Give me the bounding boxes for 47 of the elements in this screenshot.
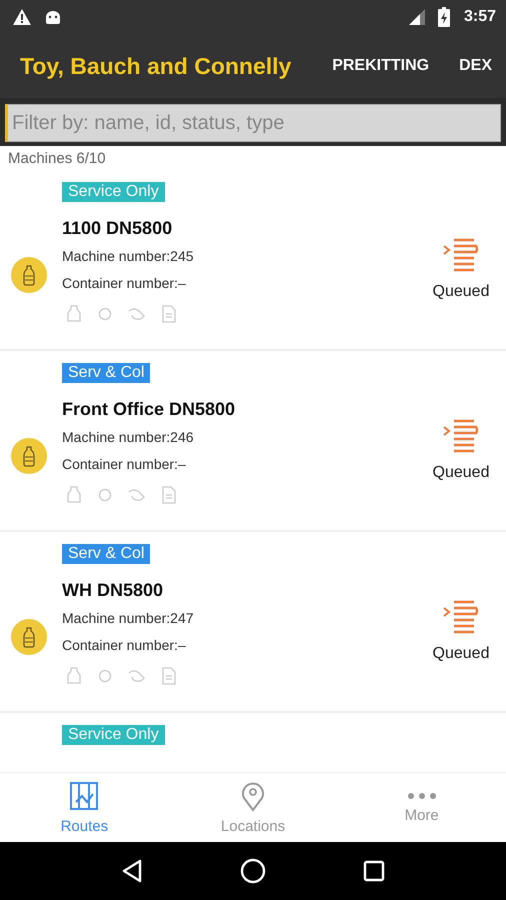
signal-icon xyxy=(408,8,426,26)
battery-icon xyxy=(438,7,450,27)
jar-icon xyxy=(66,486,82,504)
map-icon xyxy=(68,780,100,812)
jar-icon xyxy=(66,305,82,323)
status-label: Queued xyxy=(432,282,490,300)
machine-name: Front Office DN5800 xyxy=(62,399,236,420)
bottle-icon xyxy=(11,438,47,474)
container-number: Container number:– xyxy=(62,275,186,291)
machine-number: Machine number:247 xyxy=(62,610,194,626)
android-icon xyxy=(44,8,62,26)
machines-count: Machines 6/10 xyxy=(7,149,107,169)
more-tab[interactable]: More xyxy=(337,773,506,842)
container-number: Container number:– xyxy=(62,637,186,653)
service-tag: Serv & Col xyxy=(62,544,150,564)
toolbar-action[interactable]: PREKITTING xyxy=(332,57,430,75)
container-number: Container number:– xyxy=(62,456,186,472)
document-icon xyxy=(162,486,176,504)
coin-icon xyxy=(98,307,112,321)
service-tag: Serv & Col xyxy=(62,363,150,383)
recents-icon[interactable] xyxy=(363,860,386,882)
document-icon xyxy=(162,305,176,323)
machine-number: Machine number:246 xyxy=(62,429,194,445)
coin-icon xyxy=(98,669,112,683)
bottle-icon xyxy=(11,618,47,654)
service-tag: Service Only xyxy=(62,725,165,745)
location-pin-icon xyxy=(239,780,267,812)
toolbar-action[interactable]: DEX xyxy=(459,57,492,75)
home-icon[interactable] xyxy=(240,858,266,884)
bottle-icon xyxy=(11,256,47,292)
app-title: Toy, Bauch and Connelly xyxy=(20,52,292,80)
status-time: 3:57 xyxy=(464,8,496,26)
more-icon xyxy=(406,791,438,801)
status-label: Queued xyxy=(432,464,490,482)
warning-icon xyxy=(12,8,32,26)
locations-tab[interactable]: Locations xyxy=(168,773,338,842)
service-tag: Service Only xyxy=(62,182,165,202)
document-icon xyxy=(162,667,176,685)
back-icon[interactable] xyxy=(120,859,143,883)
filter-field[interactable]: Filter by: name, id, status, type xyxy=(5,104,501,142)
routes-tab[interactable]: Routes xyxy=(0,773,169,842)
machine-name: 1100 DN5800 xyxy=(62,218,172,239)
jar-icon xyxy=(66,667,82,685)
machine-name: WH DN5800 xyxy=(62,580,164,601)
status-label: Queued xyxy=(432,644,490,662)
machine-number: Machine number:245 xyxy=(62,248,194,264)
coin-icon xyxy=(98,488,112,502)
